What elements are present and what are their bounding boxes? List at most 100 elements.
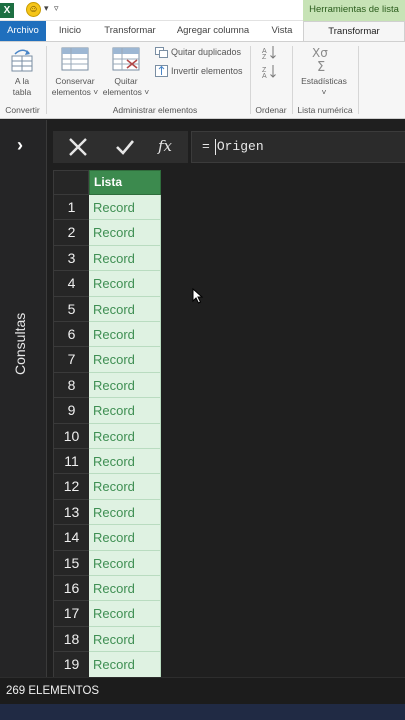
formula-input[interactable]: = Origen bbox=[191, 131, 405, 163]
item-count: 269 ELEMENTOS bbox=[6, 685, 100, 697]
record-link-cell[interactable]: Record bbox=[89, 245, 161, 272]
row-number[interactable]: 7 bbox=[53, 347, 89, 373]
record-link-cell[interactable]: Record bbox=[89, 576, 161, 602]
record-link-cell[interactable]: Record bbox=[89, 195, 161, 221]
record-link-cell[interactable]: Record bbox=[89, 296, 161, 322]
record-link-cell[interactable]: Record bbox=[89, 372, 161, 399]
table-row: 8 Record bbox=[53, 372, 161, 399]
sort-descending-icon[interactable]: Z A bbox=[262, 64, 278, 78]
tab-vista[interactable]: Vista bbox=[263, 21, 301, 41]
record-link-cell[interactable]: Record bbox=[89, 423, 161, 449]
table-row: 14 Record bbox=[53, 525, 161, 551]
table-row: 7 Record bbox=[53, 347, 161, 373]
reverse-items-icon[interactable] bbox=[155, 65, 168, 77]
table-row: 13 Record bbox=[53, 499, 161, 526]
qat-dropdown-icon[interactable]: ▾ bbox=[44, 3, 49, 14]
close-icon[interactable] bbox=[64, 131, 92, 163]
table-row: 15 Record bbox=[53, 550, 161, 576]
row-number[interactable]: 1 bbox=[53, 195, 89, 221]
svg-text:Z: Z bbox=[262, 54, 267, 59]
remove-items-icon[interactable] bbox=[112, 46, 140, 72]
tab-transformar[interactable]: Transformar bbox=[98, 21, 162, 41]
record-link-cell[interactable]: Record bbox=[89, 550, 161, 576]
ribbon: A la tabla Convertir Conservar elementos… bbox=[0, 41, 405, 119]
table-row: 17 Record bbox=[53, 601, 161, 627]
record-link-cell[interactable]: Record bbox=[89, 652, 161, 678]
remove-duplicates-icon[interactable] bbox=[155, 47, 168, 58]
row-number[interactable]: 10 bbox=[53, 423, 89, 449]
queries-pane-label[interactable]: Consultas bbox=[12, 313, 28, 375]
statistics-label-2: ˅ bbox=[321, 87, 327, 97]
checkmark-icon[interactable] bbox=[111, 131, 139, 163]
table-row: 9 Record bbox=[53, 398, 161, 424]
row-number[interactable]: 14 bbox=[53, 525, 89, 551]
tab-archivo[interactable]: Archivo bbox=[0, 21, 46, 41]
keep-items-icon[interactable] bbox=[61, 46, 89, 72]
record-link-cell[interactable]: Record bbox=[89, 347, 161, 373]
row-number[interactable]: 15 bbox=[53, 550, 89, 576]
ribbon-separator bbox=[292, 46, 293, 114]
row-number[interactable]: 13 bbox=[53, 499, 89, 526]
text-cursor bbox=[214, 138, 216, 155]
table-row: 18 Record bbox=[53, 626, 161, 653]
formula-text: Origen bbox=[216, 139, 264, 154]
record-link-cell[interactable]: Record bbox=[89, 626, 161, 653]
record-link-cell[interactable]: Record bbox=[89, 271, 161, 297]
record-link-cell[interactable]: Record bbox=[89, 601, 161, 627]
smiley-icon[interactable]: ☺ bbox=[26, 2, 41, 17]
svg-text:Χσ: Χσ bbox=[312, 46, 328, 60]
remove-items-label-2: elementos ˅ bbox=[102, 87, 150, 97]
to-table-icon[interactable] bbox=[9, 47, 35, 73]
row-number[interactable]: 17 bbox=[53, 601, 89, 627]
tab-transformar-list[interactable]: Transformar bbox=[303, 21, 405, 41]
row-number[interactable]: 16 bbox=[53, 576, 89, 602]
row-number[interactable]: 9 bbox=[53, 398, 89, 424]
table-row: 5 Record bbox=[53, 296, 161, 322]
customize-qat-icon[interactable]: ▿ bbox=[54, 3, 59, 14]
sort-ascending-icon[interactable]: A Z bbox=[262, 45, 278, 59]
statistics-icon[interactable]: Χσ Σ bbox=[311, 45, 337, 73]
svg-text:Σ: Σ bbox=[317, 60, 325, 73]
record-link-cell[interactable]: Record bbox=[89, 449, 161, 475]
ribbon-separator bbox=[46, 46, 47, 114]
windows-taskbar bbox=[0, 704, 405, 720]
reverse-items-label[interactable]: Invertir elementos bbox=[171, 66, 243, 77]
column-header-lista[interactable]: Lista bbox=[89, 170, 161, 195]
table-row: 4 Record bbox=[53, 271, 161, 297]
tab-inicio[interactable]: Inicio bbox=[50, 21, 90, 41]
grid-corner[interactable] bbox=[53, 170, 89, 195]
record-link-cell[interactable]: Record bbox=[89, 499, 161, 526]
group-label-ordenar: Ordenar bbox=[255, 105, 287, 115]
table-row: 12 Record bbox=[53, 474, 161, 500]
row-number[interactable]: 18 bbox=[53, 626, 89, 653]
formula-prefix: = bbox=[202, 139, 210, 154]
row-number[interactable]: 11 bbox=[53, 449, 89, 475]
record-link-cell[interactable]: Record bbox=[89, 220, 161, 246]
row-number[interactable]: 2 bbox=[53, 220, 89, 246]
ribbon-tabs: Archivo Inicio Transformar Agregar colum… bbox=[0, 21, 405, 41]
tab-agregar-columna[interactable]: Agregar columna bbox=[170, 21, 256, 41]
fx-icon[interactable]: fx bbox=[152, 131, 178, 163]
to-table-label-1: A la bbox=[14, 76, 30, 86]
record-link-cell[interactable]: Record bbox=[89, 474, 161, 500]
row-number[interactable]: 19 bbox=[53, 652, 89, 678]
chevron-right-icon[interactable]: › bbox=[17, 135, 23, 156]
record-link-cell[interactable]: Record bbox=[89, 322, 161, 348]
keep-items-label-2: elementos ˅ bbox=[51, 87, 99, 97]
record-link-cell[interactable]: Record bbox=[89, 398, 161, 424]
table-row: 6 Record bbox=[53, 322, 161, 348]
power-query-window: X ☺ ▾ ▿ Herramientas de lista Archivo In… bbox=[0, 0, 405, 720]
excel-logo-icon[interactable]: X bbox=[0, 3, 14, 18]
ribbon-separator bbox=[358, 46, 359, 114]
row-number[interactable]: 6 bbox=[53, 322, 89, 348]
title-bar: X ☺ ▾ ▿ Herramientas de lista bbox=[0, 0, 405, 21]
row-number[interactable]: 4 bbox=[53, 271, 89, 297]
row-number[interactable]: 3 bbox=[53, 245, 89, 272]
row-number[interactable]: 12 bbox=[53, 474, 89, 500]
record-link-cell[interactable]: Record bbox=[89, 525, 161, 551]
row-number[interactable]: 8 bbox=[53, 372, 89, 399]
statistics-label-1: Estadísticas bbox=[301, 76, 347, 86]
contextual-tab-list-tools: Herramientas de lista bbox=[303, 0, 405, 21]
remove-duplicates-label[interactable]: Quitar duplicados bbox=[171, 47, 241, 58]
row-number[interactable]: 5 bbox=[53, 296, 89, 322]
